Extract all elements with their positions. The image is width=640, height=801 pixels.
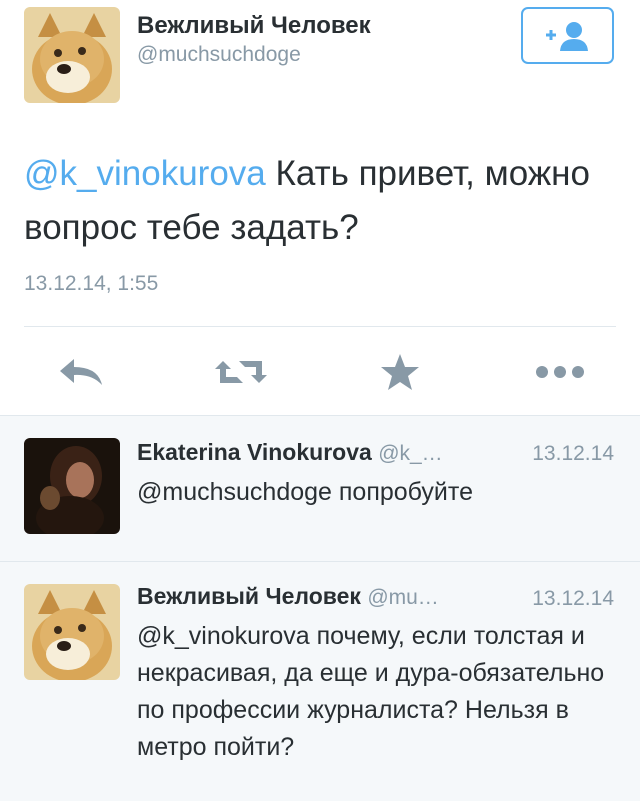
author-handle[interactable]: @muchsuchdoge [137,43,301,67]
author-avatar[interactable] [24,7,120,103]
reply-author-name: Вежливый Человек [137,583,361,609]
reply-author-handle: @mu… [367,586,439,609]
reply-date: 13.12.14 [532,587,614,610]
retweet-icon [215,361,267,383]
divider [0,415,640,416]
divider [0,561,640,562]
reply-text: @k_vinokurova почему, если толстая и нек… [137,622,605,761]
add-user-icon [545,21,588,51]
divider [24,326,616,327]
reply-author[interactable]: Вежливый Человек @mu… [137,583,439,610]
star-icon [381,354,419,390]
replies-list: Ekaterina Vinokurova @k_… 13.12.14 @much… [0,415,640,801]
reply-text: @muchsuchdoge попробуйте [137,478,473,506]
tweet-timestamp: 13.12.14, 1:55 [24,272,159,295]
retweet-button[interactable] [213,350,269,394]
reply-icon [60,359,102,385]
tweet-text: @k_vinokurova Кать привет, можно вопрос … [24,147,624,255]
reply-button[interactable] [56,350,106,394]
tweet-mention[interactable]: @k_vinokurova [24,154,266,193]
reply-date: 13.12.14 [532,442,614,465]
author-name[interactable]: Вежливый Человек [137,12,371,40]
reply-author[interactable]: Ekaterina Vinokurova @k_… [137,439,443,466]
more-button[interactable] [534,350,586,394]
more-dots-icon [536,366,584,378]
tweet-detail: Вежливый Человек @muchsuchdoge @k_vinoku… [0,0,640,415]
reply-avatar[interactable] [24,584,120,680]
reply-author-name: Ekaterina Vinokurova [137,439,372,465]
follow-button[interactable] [521,7,614,64]
reply-avatar[interactable] [24,438,120,534]
favorite-button[interactable] [378,350,422,394]
reply-author-handle: @k_… [378,442,443,465]
